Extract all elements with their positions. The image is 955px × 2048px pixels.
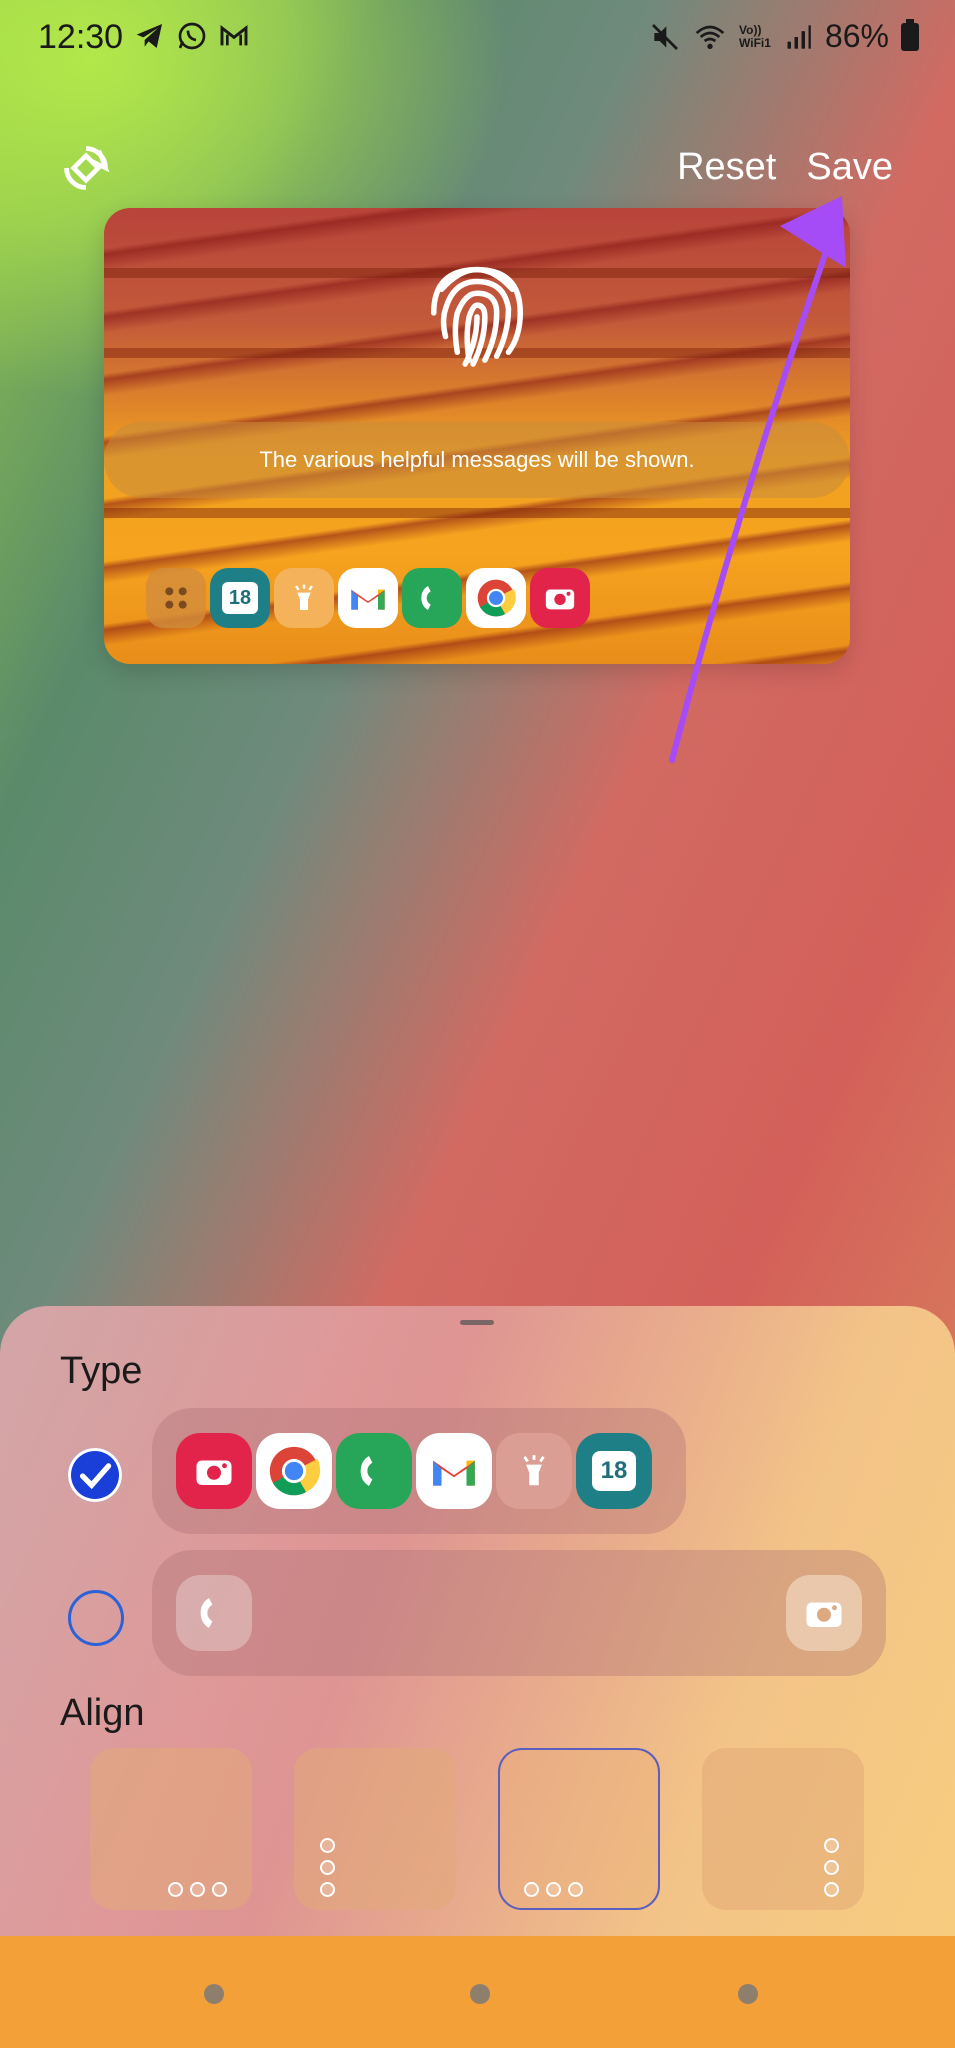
volte-icon: Vo)) WiFi1 [739,22,771,50]
align-bottom-center[interactable] [498,1748,660,1910]
type-option-2[interactable] [152,1550,886,1676]
calendar-day: 18 [222,582,258,614]
phone-icon [336,1433,412,1509]
gmail-icon [338,568,398,628]
signal-icon [787,24,811,49]
align-dot [546,1882,561,1897]
nav-back-button[interactable] [738,1984,758,2004]
gmail-icon [416,1433,492,1509]
camera-icon [786,1575,862,1651]
volte-label-top: Vo)) [739,22,762,37]
camera-icon [530,568,590,628]
battery-icon [901,18,919,51]
type-option-1-apps: 18 [176,1433,652,1509]
align-left-vertical[interactable] [294,1748,456,1910]
whatsapp-icon [178,22,206,50]
wifi-icon [695,25,725,49]
align-right-vertical[interactable] [702,1748,864,1910]
type-label: Type [60,1350,143,1392]
type-radio-2[interactable] [68,1590,124,1646]
calendar-icon: 18 [576,1433,652,1509]
status-left-icons [134,20,250,52]
calendar-day: 18 [592,1451,636,1491]
lock-screen-preview: The various helpful messages will be sho… [104,208,850,664]
telegram-icon [136,24,162,48]
nav-recents-button[interactable] [204,1984,224,2004]
save-button[interactable]: Save [806,146,893,189]
rotate-icon[interactable] [60,142,112,194]
volte-label-bottom: WiFi1 [739,35,771,50]
bottom-sheet: Type 18 Align [0,1306,955,1942]
helpful-message-bar: The various helpful messages will be sho… [104,422,850,498]
phone-icon [402,568,462,628]
align-dot [524,1882,539,1897]
chrome-icon [256,1433,332,1509]
align-bottom-left[interactable] [90,1748,252,1910]
flashlight-icon [274,568,334,628]
helpful-message-text: The various helpful messages will be sho… [259,447,695,472]
nav-home-button[interactable] [470,1984,490,2004]
sheet-handle[interactable] [460,1320,494,1325]
align-dot [320,1860,335,1875]
top-actions: Reset Save [677,146,893,189]
preview-stripe [104,508,850,518]
camera-icon [176,1433,252,1509]
fingerprint-icon [430,266,524,367]
align-dot [320,1838,335,1853]
mail-icon [220,25,248,46]
align-dot [824,1882,839,1897]
navigation-bar [0,1936,955,2048]
status-bar: 12:30 Vo)) WiFi1 86% [0,0,955,84]
preview-shortcuts: 18 [146,568,590,628]
apps-icon [146,568,206,628]
align-dot [190,1882,205,1897]
align-label: Align [60,1692,145,1734]
chrome-icon [466,568,526,628]
status-time: 12:30 [38,18,124,56]
align-dot [212,1882,227,1897]
mute-icon [652,23,678,50]
align-dot [568,1882,583,1897]
phone-icon [176,1575,252,1651]
align-dot [320,1882,335,1897]
align-dot [824,1860,839,1875]
type-radio-1[interactable] [68,1448,122,1502]
type-option-1[interactable]: 18 [152,1408,686,1534]
check-icon [79,1463,112,1490]
status-right-icons: Vo)) WiFi1 86% [649,18,919,55]
battery-percent: 86% [824,18,889,54]
align-dot [824,1838,839,1853]
reset-button[interactable]: Reset [677,146,776,189]
calendar-icon: 18 [210,568,270,628]
flashlight-icon [496,1433,572,1509]
align-dot [168,1882,183,1897]
